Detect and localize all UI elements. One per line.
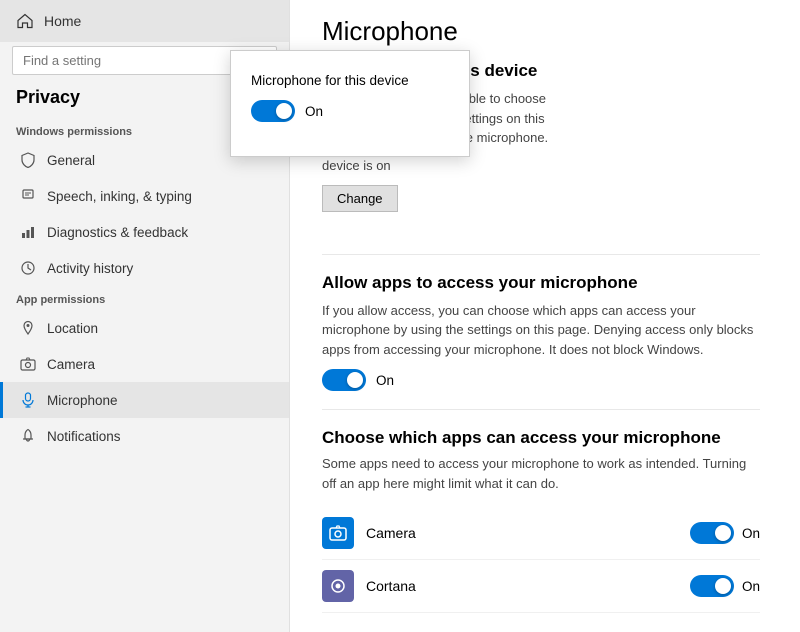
clock-icon (19, 259, 37, 277)
sidebar-home-button[interactable]: Home (0, 0, 289, 42)
camera-toggle-track (690, 522, 734, 544)
cortana-app-icon (322, 570, 354, 602)
bell-icon (19, 427, 37, 445)
device-section-heading: microphone on this device (322, 61, 760, 81)
page-title: Microphone (322, 0, 760, 61)
device-section-text: using this device will be able to choose… (322, 89, 760, 148)
camera-app-name: Camera (366, 525, 690, 541)
shield-icon (19, 151, 37, 169)
chart-icon (19, 223, 37, 241)
camera-app-icon (322, 517, 354, 549)
allow-toggle-thumb (347, 372, 363, 388)
sidebar-item-activity-label: Activity history (47, 261, 133, 276)
sidebar-item-speech-label: Speech, inking, & typing (47, 189, 192, 204)
home-icon (16, 12, 34, 30)
sidebar-item-diagnostics-label: Diagnostics & feedback (47, 225, 188, 240)
camera-toggle-label: On (742, 526, 760, 541)
app-permissions-section: App permissions (0, 286, 289, 310)
allow-toggle-label: On (376, 373, 394, 388)
allow-section-heading: Allow apps to access your microphone (322, 273, 760, 293)
cortana-toggle-track (690, 575, 734, 597)
sidebar-item-location[interactable]: Location (0, 310, 289, 346)
sidebar-item-general-label: General (47, 153, 95, 168)
cortana-toggle-row: On (690, 575, 760, 597)
location-icon (19, 319, 37, 337)
microphone-icon (19, 391, 37, 409)
choose-apps-heading: Choose which apps can access your microp… (322, 428, 760, 448)
sidebar-item-notifications[interactable]: Notifications (0, 418, 289, 454)
app-row-cortana: Cortana On (322, 560, 760, 613)
allow-toggle-track (322, 369, 366, 391)
cortana-toggle[interactable] (690, 575, 734, 597)
windows-permissions-section: Windows permissions (0, 118, 289, 142)
sidebar-item-microphone-label: Microphone (47, 393, 118, 408)
sidebar-item-general[interactable]: General (0, 142, 289, 178)
device-status: device is on (322, 158, 760, 173)
camera-toggle-thumb (715, 525, 731, 541)
change-button[interactable]: Change (322, 185, 398, 212)
allow-toggle[interactable] (322, 369, 366, 391)
camera-icon (19, 355, 37, 373)
sidebar-item-notifications-label: Notifications (47, 429, 121, 444)
cortana-app-name: Cortana (366, 578, 690, 594)
allow-section-text: If you allow access, you can choose whic… (322, 301, 760, 360)
cortana-toggle-thumb (715, 578, 731, 594)
camera-toggle-row: On (690, 522, 760, 544)
sidebar-item-diagnostics[interactable]: Diagnostics & feedback (0, 214, 289, 250)
app-row-camera: Camera On (322, 507, 760, 560)
search-input[interactable] (12, 46, 277, 75)
divider-2 (322, 409, 760, 410)
device-heading-text: microphone on this device (322, 61, 537, 80)
sidebar: Home Privacy Windows permissions General… (0, 0, 290, 632)
sidebar-item-microphone[interactable]: Microphone (0, 382, 289, 418)
sidebar-item-camera[interactable]: Camera (0, 346, 289, 382)
allow-toggle-row: On (322, 369, 760, 391)
speech-icon (19, 187, 37, 205)
main-content: Microphone microphone on this device usi… (290, 0, 800, 632)
camera-toggle[interactable] (690, 522, 734, 544)
sidebar-item-activity[interactable]: Activity history (0, 250, 289, 286)
privacy-label: Privacy (0, 83, 289, 118)
choose-apps-text: Some apps need to access your microphone… (322, 454, 760, 493)
divider-1 (322, 254, 760, 255)
sidebar-item-speech[interactable]: Speech, inking, & typing (0, 178, 289, 214)
sidebar-item-camera-label: Camera (47, 357, 95, 372)
home-label: Home (44, 13, 81, 29)
sidebar-item-location-label: Location (47, 321, 98, 336)
cortana-toggle-label: On (742, 579, 760, 594)
